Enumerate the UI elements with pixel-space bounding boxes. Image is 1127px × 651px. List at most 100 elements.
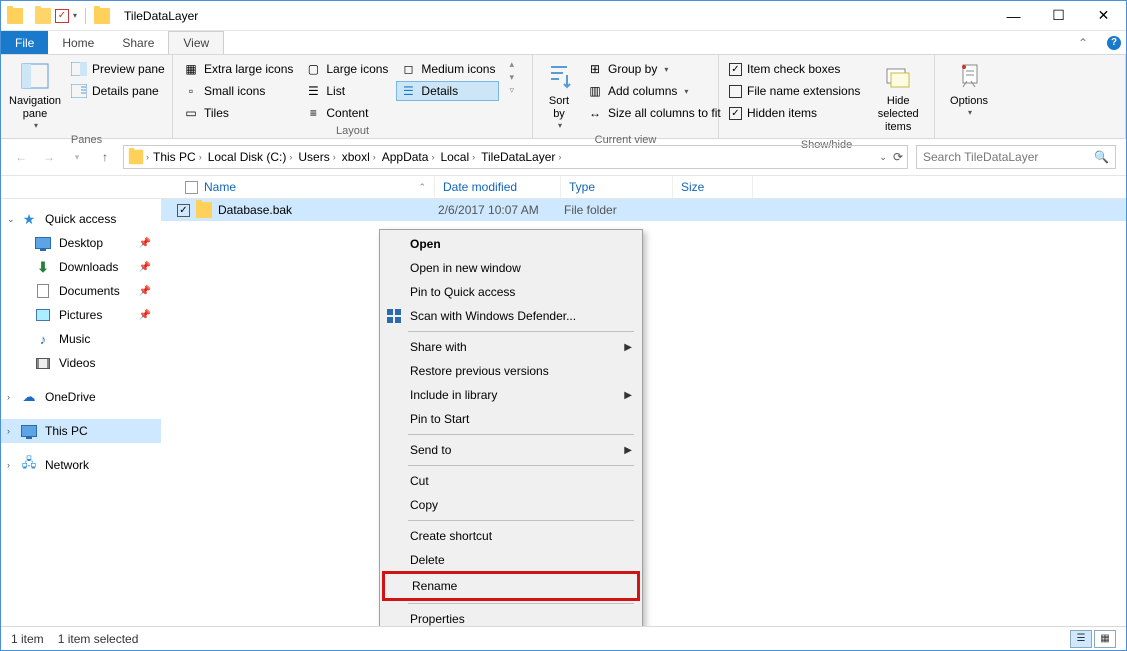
expand-icon[interactable]: ›	[7, 392, 10, 402]
expand-icon[interactable]: ›	[7, 426, 10, 436]
layout-content[interactable]: ≡Content	[301, 103, 392, 123]
nav-videos[interactable]: Videos	[1, 351, 161, 375]
hide-selected-button[interactable]: Hide selected items	[868, 59, 928, 137]
ctx-send-to[interactable]: Send to▶	[380, 438, 642, 462]
ribbon-group-options: Options ▾	[935, 55, 1126, 138]
ctx-delete[interactable]: Delete	[380, 548, 642, 572]
column-type[interactable]: Type	[561, 176, 673, 198]
size-columns-button[interactable]: ↔Size all columns to fit	[583, 103, 725, 123]
help-button[interactable]: ?	[1102, 31, 1126, 54]
file-extensions-toggle[interactable]: File name extensions	[725, 81, 864, 101]
breadcrumb-bar[interactable]: › This PC› Local Disk (C:)› Users› xboxl…	[123, 145, 908, 169]
nav-music[interactable]: ♪Music	[1, 327, 161, 351]
nav-pictures[interactable]: Pictures📌	[1, 303, 161, 327]
layout-scroll-down-icon[interactable]: ▾	[509, 72, 514, 83]
layout-large[interactable]: ▢Large icons	[301, 59, 392, 79]
qat-properties-icon[interactable]: ✓	[55, 9, 69, 23]
ctx-rename[interactable]: Rename	[385, 574, 637, 598]
ctx-cut[interactable]: Cut	[380, 469, 642, 493]
item-check-boxes-toggle[interactable]: ✓Item check boxes	[725, 59, 864, 79]
nav-quick-access[interactable]: ⌄★Quick access	[1, 207, 161, 231]
details-pane-button[interactable]: Details pane	[67, 81, 169, 101]
submenu-arrow-icon: ▶	[624, 390, 632, 401]
sort-by-button[interactable]: Sort by ▾	[539, 59, 579, 132]
folder-icon[interactable]	[35, 8, 51, 24]
nav-documents[interactable]: Documents📌	[1, 279, 161, 303]
breadcrumb-segment[interactable]: AppData›	[380, 150, 437, 164]
ctx-defender[interactable]: Scan with Windows Defender...	[380, 304, 642, 328]
nav-downloads[interactable]: ⬇Downloads📌	[1, 255, 161, 279]
breadcrumb-segment[interactable]: Local Disk (C:)›	[206, 150, 295, 164]
separator	[408, 520, 634, 521]
ctx-pin-start[interactable]: Pin to Start	[380, 407, 642, 431]
ctx-pin-quick-access[interactable]: Pin to Quick access	[380, 280, 642, 304]
ctx-include-library[interactable]: Include in library▶	[380, 383, 642, 407]
preview-icon	[71, 61, 87, 77]
column-name[interactable]: Name⌃	[177, 176, 435, 198]
pictures-icon	[35, 307, 51, 323]
ribbon-group-panes: Navigation pane ▾ Preview pane Details p…	[1, 55, 173, 138]
qat-dropdown-icon[interactable]: ▾	[73, 11, 77, 20]
file-row[interactable]: ✓ Database.bak 2/6/2017 10:07 AM File fo…	[161, 199, 1126, 221]
nav-desktop[interactable]: Desktop📌	[1, 231, 161, 255]
file-list[interactable]: ✓ Database.bak 2/6/2017 10:07 AM File fo…	[161, 199, 1126, 626]
ribbon-collapse-icon[interactable]: ⌃	[1078, 31, 1102, 54]
up-button[interactable]: ↑	[95, 147, 115, 167]
breadcrumb-dropdown-icon[interactable]: ⌄	[879, 152, 887, 163]
ctx-open[interactable]: Open	[380, 232, 642, 256]
breadcrumb-segment[interactable]: Local›	[438, 150, 477, 164]
forward-button[interactable]: →	[39, 147, 59, 167]
nav-network[interactable]: ›🖧Network	[1, 453, 161, 477]
column-size[interactable]: Size	[673, 176, 753, 198]
view-details-button[interactable]: ☰	[1070, 630, 1092, 648]
breadcrumb-segment[interactable]: xboxl›	[340, 150, 378, 164]
ctx-create-shortcut[interactable]: Create shortcut	[380, 524, 642, 548]
menu-home[interactable]: Home	[48, 31, 108, 54]
menu-view[interactable]: View	[168, 31, 224, 54]
layout-list[interactable]: ☰List	[301, 81, 392, 101]
layout-medium[interactable]: ◻Medium icons	[396, 59, 499, 79]
preview-pane-button[interactable]: Preview pane	[67, 59, 169, 79]
expand-icon[interactable]: ⌄	[7, 214, 15, 225]
group-by-button[interactable]: ⊞Group by▾	[583, 59, 725, 79]
layout-extra-large[interactable]: ▦Extra large icons	[179, 59, 297, 79]
layout-small[interactable]: ▫Small icons	[179, 81, 297, 101]
layout-details[interactable]: ☰Details	[396, 81, 499, 101]
nav-this-pc[interactable]: ›This PC	[1, 419, 161, 443]
menu-share[interactable]: Share	[108, 31, 168, 54]
file-date: 2/6/2017 10:07 AM	[438, 203, 564, 217]
recent-dropdown[interactable]: ▾	[67, 147, 87, 167]
menu-file[interactable]: File	[1, 31, 48, 54]
chevron-right-icon[interactable]: ›	[146, 152, 149, 162]
add-columns-button[interactable]: ▥Add columns▾	[583, 81, 725, 101]
ctx-restore-versions[interactable]: Restore previous versions	[380, 359, 642, 383]
hidden-items-toggle[interactable]: ✓Hidden items	[725, 103, 864, 123]
search-box[interactable]: Search TileDataLayer 🔍	[916, 145, 1116, 169]
view-thumbnails-button[interactable]: ▦	[1094, 630, 1116, 648]
expand-icon[interactable]: ›	[7, 460, 10, 470]
ctx-copy[interactable]: Copy	[380, 493, 642, 517]
refresh-button[interactable]: ⟳	[893, 150, 903, 164]
layout-expand-icon[interactable]: ▿	[509, 85, 514, 96]
checkbox-checked-icon: ✓	[729, 63, 742, 76]
maximize-button[interactable]: ☐	[1036, 1, 1081, 30]
layout-scroll-up-icon[interactable]: ▴	[509, 59, 514, 70]
nav-onedrive[interactable]: ›☁OneDrive	[1, 385, 161, 409]
layout-tiles[interactable]: ▭Tiles	[179, 103, 297, 123]
minimize-button[interactable]: —	[991, 1, 1036, 30]
column-date[interactable]: Date modified	[435, 176, 561, 198]
close-button[interactable]: ✕	[1081, 1, 1126, 30]
breadcrumb-segment[interactable]: Users›	[296, 150, 337, 164]
ctx-share-with[interactable]: Share with▶	[380, 335, 642, 359]
context-menu: Open Open in new window Pin to Quick acc…	[379, 229, 643, 634]
navigation-pane-button[interactable]: Navigation pane ▾	[7, 59, 63, 132]
select-all-checkbox[interactable]	[185, 181, 198, 194]
back-button[interactable]: ←	[11, 147, 31, 167]
breadcrumb-segment[interactable]: TileDataLayer›	[479, 150, 563, 164]
ctx-open-new-window[interactable]: Open in new window	[380, 256, 642, 280]
hide-icon	[882, 61, 914, 93]
menu-bar: File Home Share View ⌃ ?	[1, 31, 1126, 55]
breadcrumb-segment[interactable]: This PC›	[151, 150, 204, 164]
row-checkbox[interactable]: ✓	[177, 204, 190, 217]
options-button[interactable]: Options ▾	[941, 59, 997, 119]
